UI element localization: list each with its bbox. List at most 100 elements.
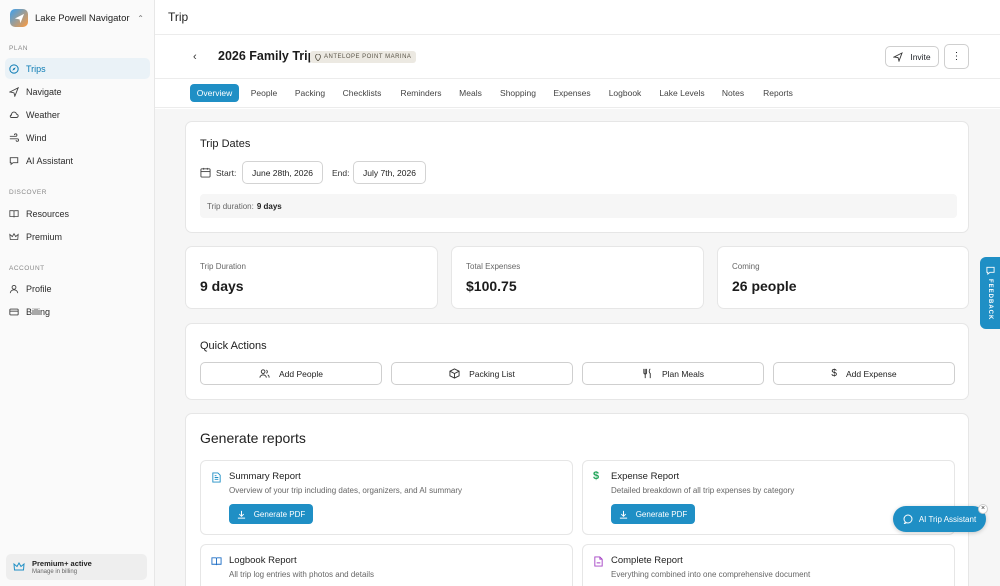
file-icon (594, 556, 603, 567)
trip-header: ‹ 2026 Family Trip ANTELOPE POINT MARINA… (155, 36, 1000, 79)
sidebar-item-wind[interactable]: Wind (5, 127, 150, 148)
download-icon (237, 510, 245, 519)
ai-assistant-label: AI Trip Assistant (918, 514, 977, 524)
sidebar-item-label: Navigate (26, 86, 62, 97)
page-title: Trip (168, 10, 189, 24)
trip-duration-summary: Trip duration: 9 days (200, 194, 957, 218)
trip-tabs: Overview People Packing Checklists Remin… (155, 80, 1000, 108)
sidebar-item-label: Premium (26, 231, 63, 242)
sidebar-item-label: Billing (26, 306, 51, 317)
book-icon (9, 209, 19, 217)
tab-expenses[interactable]: Expenses (550, 84, 594, 102)
dollar-icon: $ (593, 470, 600, 482)
tab-reports[interactable]: Reports (758, 84, 798, 102)
start-date-field[interactable]: June 28th, 2026 (242, 161, 323, 184)
package-icon (449, 368, 460, 379)
app-name: Lake Powell Navigator (35, 12, 130, 24)
end-label: End: (332, 168, 350, 178)
tab-lake-levels[interactable]: Lake Levels (655, 84, 709, 102)
sidebar-item-label: Weather (26, 109, 60, 120)
file-text-icon (212, 472, 221, 483)
invite-button[interactable]: Invite (885, 46, 939, 67)
trip-dates-card: Trip Dates Start: June 28th, 2026 End: J… (185, 121, 969, 233)
reports-title: Generate reports (200, 430, 306, 446)
more-options-button[interactable]: ⋮ (944, 44, 969, 69)
quick-actions-card: Quick Actions Add People Packing List Pl… (185, 323, 969, 400)
sidebar-item-billing[interactable]: Billing (5, 301, 150, 322)
chat-icon (9, 156, 19, 165)
user-icon (9, 284, 19, 293)
button-label: Generate PDF (635, 509, 688, 519)
stat-label: Total Expenses (466, 262, 521, 271)
send-icon (893, 51, 904, 62)
sidebar-item-ai-assistant[interactable]: AI Assistant (5, 150, 150, 171)
app-switcher[interactable]: Lake Powell Navigator ⌃ (0, 0, 154, 36)
ai-trip-assistant-button[interactable]: AI Trip Assistant (893, 506, 986, 532)
add-expense-button[interactable]: $ Add Expense (773, 362, 955, 385)
map-pin-icon (315, 53, 321, 61)
button-label: Add People (279, 368, 323, 379)
tab-notes[interactable]: Notes (718, 84, 748, 102)
premium-title: Premium+ active (32, 559, 92, 568)
navigate-icon (9, 86, 19, 97)
tab-logbook[interactable]: Logbook (605, 84, 645, 102)
premium-status[interactable]: Premium+ active Manage in billing (6, 554, 147, 580)
sidebar-item-profile[interactable]: Profile (5, 278, 150, 299)
generate-pdf-button[interactable]: Generate PDF (611, 504, 695, 524)
logbook-report: Logbook Report All trip log entries with… (200, 544, 573, 586)
tab-meals[interactable]: Meals (455, 84, 486, 102)
crown-icon (13, 561, 25, 571)
tab-overview[interactable]: Overview (190, 84, 239, 102)
stat-value: 9 days (200, 278, 244, 294)
report-desc: Everything combined into one comprehensi… (611, 570, 811, 579)
stat-label: Trip Duration (200, 262, 246, 271)
add-people-button[interactable]: Add People (200, 362, 382, 385)
sidebar-item-weather[interactable]: Weather (5, 104, 150, 125)
tab-shopping[interactable]: Shopping (495, 84, 541, 102)
packing-list-button[interactable]: Packing List (391, 362, 573, 385)
marina-badge: ANTELOPE POINT MARINA (310, 51, 417, 63)
more-vertical-icon: ⋮ (951, 51, 962, 62)
invite-label: Invite (910, 51, 931, 62)
plan-meals-button[interactable]: Plan Meals (582, 362, 764, 385)
stat-card-coming: Coming 26 people (717, 246, 969, 309)
close-icon[interactable]: × (978, 504, 988, 514)
end-date-field[interactable]: July 7th, 2026 (353, 161, 426, 184)
sidebar-item-resources[interactable]: Resources (5, 203, 150, 224)
button-label: Packing List (469, 368, 515, 379)
sidebar-item-premium[interactable]: Premium (5, 226, 150, 247)
app-logo-icon (10, 9, 28, 27)
sidebar-item-label: AI Assistant (26, 155, 74, 166)
report-title: Logbook Report (229, 555, 297, 566)
weather-icon (9, 111, 19, 118)
feedback-tab[interactable]: FEEDBACK (980, 257, 1000, 329)
sidebar-item-navigate[interactable]: Navigate (5, 81, 150, 102)
report-title: Summary Report (229, 471, 301, 482)
top-bar: Trip (155, 0, 1000, 35)
stat-label: Coming (732, 262, 760, 271)
start-label: Start: (216, 168, 237, 178)
back-arrow-icon[interactable]: ‹ (193, 51, 197, 63)
stat-value: $100.75 (466, 278, 517, 294)
generate-pdf-button[interactable]: Generate PDF (229, 504, 313, 524)
wind-icon (9, 132, 19, 142)
crown-icon (9, 232, 19, 240)
summary-report: Summary Report Overview of your trip inc… (200, 460, 573, 535)
tab-packing[interactable]: Packing (290, 84, 330, 102)
tab-reminders[interactable]: Reminders (396, 84, 446, 102)
stat-card-duration: Trip Duration 9 days (185, 246, 438, 309)
chevron-up-down-icon: ⌃ (137, 13, 144, 23)
stat-card-expenses: Total Expenses $100.75 (451, 246, 704, 309)
sidebar-item-trips[interactable]: Trips (5, 58, 150, 79)
nav-section-account: ACCOUNT (9, 265, 45, 272)
nav-section-plan: PLAN (9, 45, 28, 52)
tab-people[interactable]: People (246, 84, 282, 102)
users-icon (259, 369, 270, 378)
tab-checklists[interactable]: Checklists (338, 84, 386, 102)
calendar-icon (200, 167, 211, 178)
trip-title: 2026 Family Trip (218, 49, 316, 63)
report-title: Expense Report (611, 471, 680, 482)
chat-bubble-icon (903, 514, 913, 524)
report-desc: Overview of your trip including dates, o… (229, 486, 462, 495)
complete-report: Complete Report Everything combined into… (582, 544, 955, 586)
